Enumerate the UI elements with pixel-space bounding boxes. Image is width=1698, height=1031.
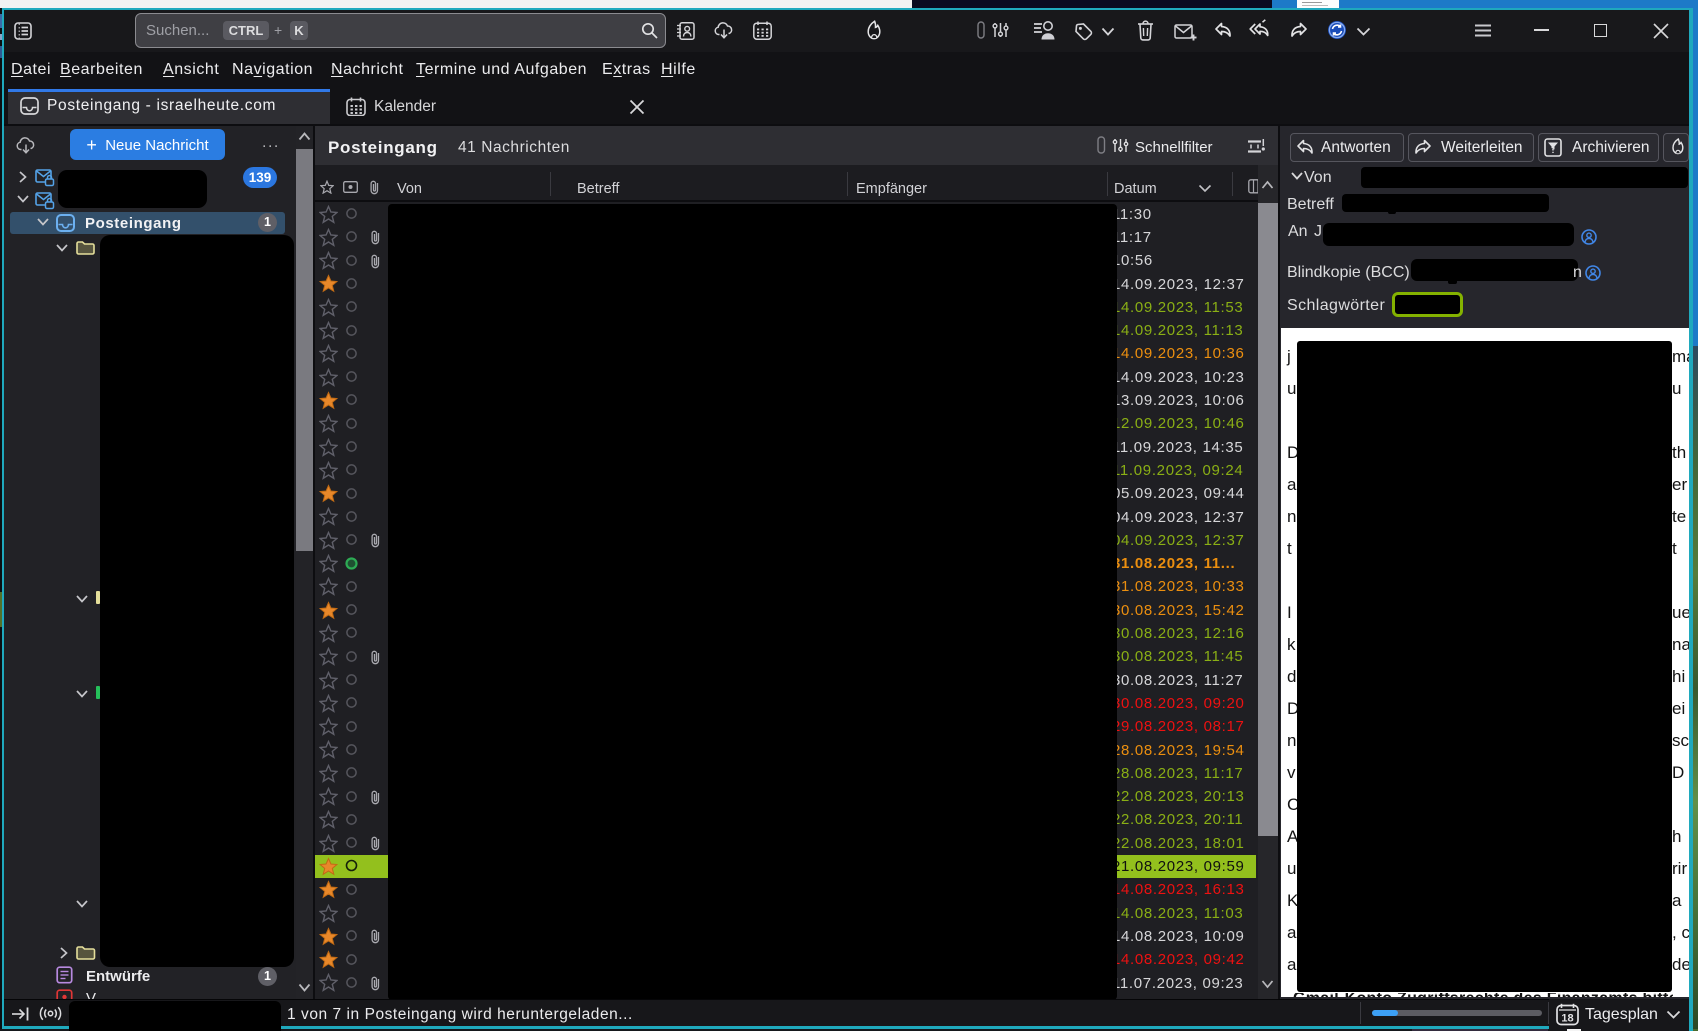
- svg-text:18: 18: [1561, 1013, 1573, 1025]
